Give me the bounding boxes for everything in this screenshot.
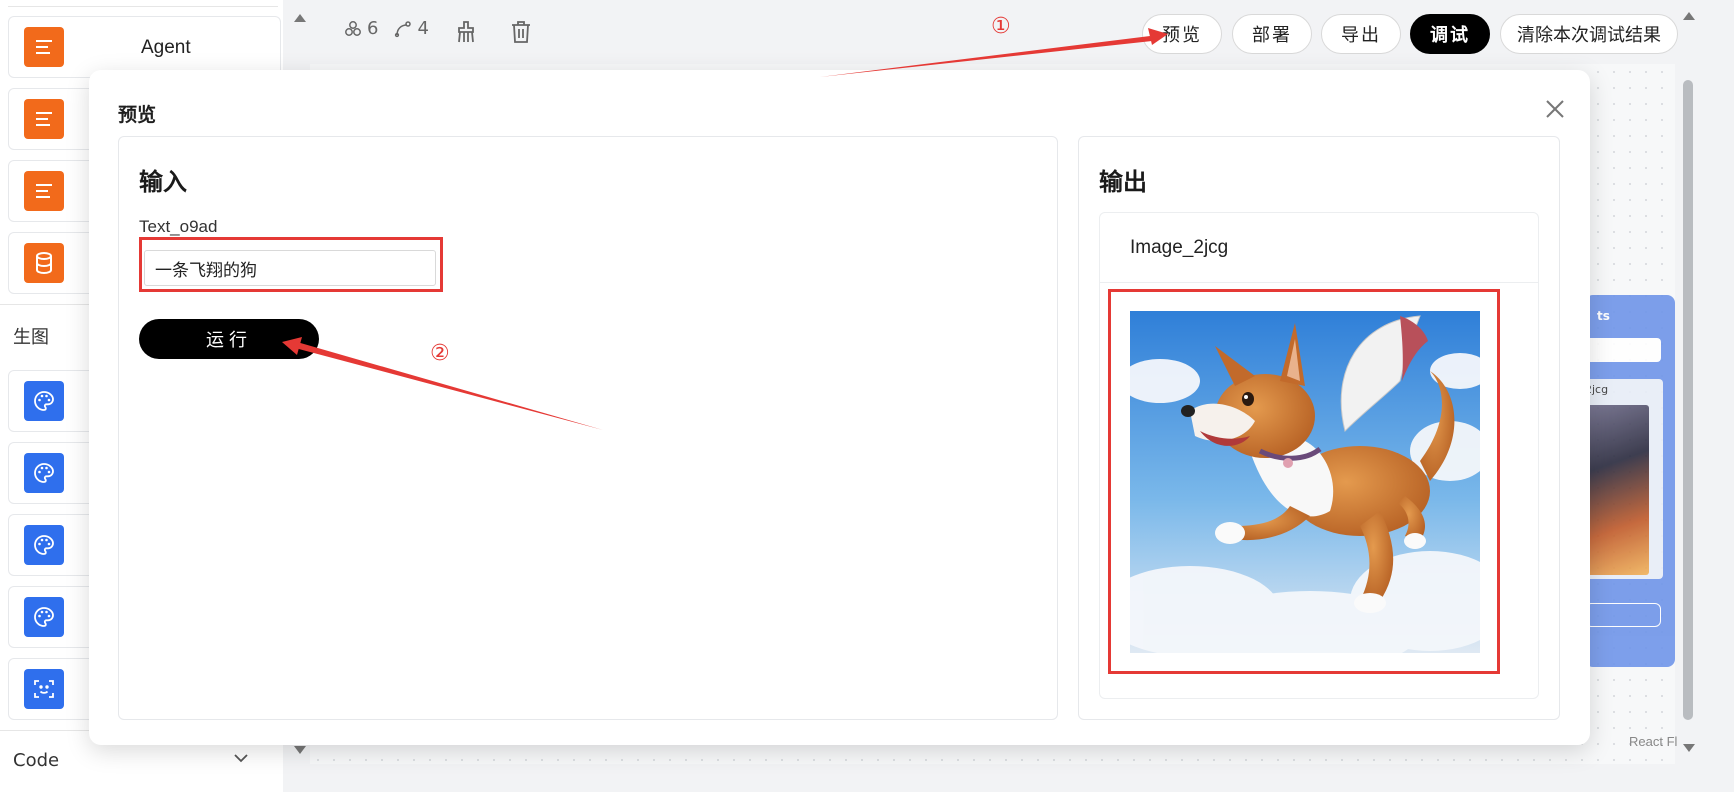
sidebar-scroll-up[interactable] xyxy=(294,14,306,22)
trash-icon[interactable] xyxy=(510,20,532,44)
preview-button[interactable]: 预览 xyxy=(1142,14,1222,54)
text-lines-icon xyxy=(24,99,64,139)
close-icon[interactable] xyxy=(1544,98,1566,120)
sidebar-scroll-down[interactable] xyxy=(294,746,306,754)
flow-stats: 6 4 xyxy=(344,18,445,39)
database-icon xyxy=(24,243,64,283)
node-count-value: 6 xyxy=(367,18,379,39)
text-lines-icon xyxy=(24,27,64,67)
sidebar-node-label: Agent xyxy=(141,37,191,58)
chevron-down-icon[interactable] xyxy=(233,752,249,764)
output-card-header: Image_2jcg xyxy=(1100,213,1538,283)
node-add-button xyxy=(1585,603,1661,627)
palette-icon xyxy=(24,597,64,637)
nodes-icon xyxy=(345,20,361,36)
canvas-scroll-up[interactable] xyxy=(1683,12,1695,20)
node-output-image xyxy=(1587,405,1649,575)
sidebar-node-agent[interactable]: Agent xyxy=(8,16,281,78)
react-flow-watermark: React Fl xyxy=(1629,734,1678,749)
deploy-button[interactable]: 部署 xyxy=(1232,14,1312,54)
clean-broom-icon[interactable] xyxy=(455,20,477,44)
output-item-label: Image_2jcg xyxy=(1130,237,1229,258)
output-panel-heading: 输出 xyxy=(1099,168,1147,196)
palette-icon xyxy=(24,381,64,421)
text-field-label: Text_o9ad xyxy=(139,217,218,236)
text-lines-icon xyxy=(24,171,64,211)
clear-debug-results-button[interactable]: 清除本次调试结果 xyxy=(1500,14,1678,54)
input-panel: 输入 Text_o9ad 运行 xyxy=(118,136,1058,720)
edge-count-value: 4 xyxy=(417,18,429,39)
face-scan-icon xyxy=(24,669,64,709)
export-button[interactable]: 导出 xyxy=(1321,14,1401,54)
highlight-output-image-box xyxy=(1108,289,1500,674)
node-title-fragment: ts xyxy=(1597,309,1610,323)
sidebar-divider xyxy=(8,6,278,7)
highlight-input-box xyxy=(139,237,443,292)
sidebar-group-code[interactable]: Code xyxy=(13,750,59,771)
input-panel-heading: 输入 xyxy=(139,168,187,196)
edges-icon xyxy=(395,20,412,37)
annotation-step-1: ① xyxy=(991,14,1011,39)
canvas-scrollbar[interactable] xyxy=(1683,80,1693,720)
modal-title: 预览 xyxy=(118,104,157,126)
node-input-fragment xyxy=(1585,338,1661,362)
edge-count: 4 xyxy=(394,18,429,39)
palette-icon xyxy=(24,453,64,493)
run-button[interactable]: 运行 xyxy=(139,319,319,359)
debug-button[interactable]: 调试 xyxy=(1410,14,1490,54)
background-flow-node: ts 2jcg xyxy=(1585,295,1675,667)
sidebar-group-image[interactable]: 生图 xyxy=(13,323,49,349)
node-count: 6 xyxy=(344,18,378,39)
canvas-scroll-down[interactable] xyxy=(1683,744,1695,752)
palette-icon xyxy=(24,525,64,565)
annotation-step-2: ② xyxy=(430,341,450,366)
